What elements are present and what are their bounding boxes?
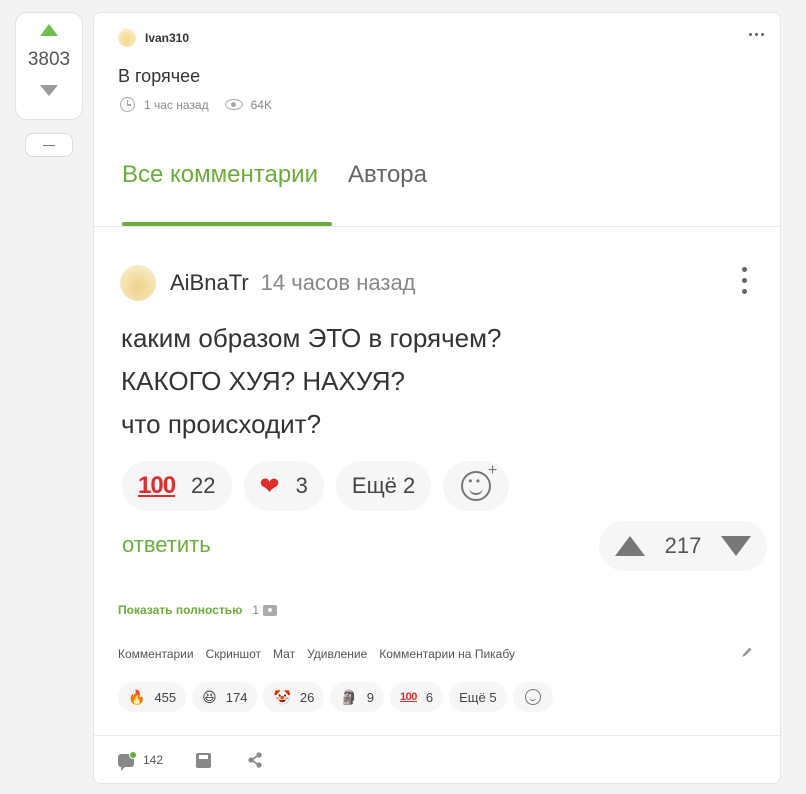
comment-downvote-icon[interactable] xyxy=(721,536,751,556)
comments-count[interactable]: 142 xyxy=(143,753,163,767)
reaction-count: 9 xyxy=(366,689,375,705)
moai-icon: 🗿 xyxy=(340,688,358,705)
reaction-count: 26 xyxy=(299,689,315,705)
comment-upvote-icon[interactable] xyxy=(615,536,645,556)
reaction-count: 174 xyxy=(225,689,248,705)
post-rating-count: 3803 xyxy=(27,49,71,70)
comment-line: КАКОГО ХУЯ? НАХУЯ? xyxy=(121,366,406,396)
upvote-arrow-icon[interactable] xyxy=(40,24,58,36)
minus-icon xyxy=(43,144,55,146)
red-heart-icon: ❤ xyxy=(259,472,280,500)
fire-icon: 🔥 xyxy=(128,688,146,705)
reaction-count: 22 xyxy=(191,473,216,498)
tag[interactable]: Скриншот xyxy=(206,647,261,661)
comment-reactions: 100 22 ❤ 3 Ещё 2 + xyxy=(122,461,510,511)
hundred-points-icon: 100 xyxy=(400,691,417,703)
post-footer: 142 xyxy=(118,750,263,771)
comment-author[interactable]: AiBnaTr xyxy=(170,270,249,296)
hundred-points-icon: 100 xyxy=(138,472,176,499)
post-views: 64K xyxy=(250,97,272,112)
clown-face-icon: 🤡 xyxy=(273,688,291,705)
collapse-post-button[interactable] xyxy=(25,133,73,157)
post-title[interactable]: В горячее xyxy=(118,66,200,87)
show-full-link[interactable]: Показать полностью xyxy=(118,603,242,617)
tag[interactable]: Мат xyxy=(273,647,295,661)
add-emoji-icon xyxy=(524,689,541,705)
comment-time: 14 часов назад xyxy=(260,270,416,295)
tag[interactable]: Комментарии на Пикабу xyxy=(379,647,515,661)
post-header: Ivan310 xyxy=(118,29,189,47)
comment-tabs: Все комментарии Автора xyxy=(122,161,457,189)
tab-all-comments[interactable]: Все комментарии xyxy=(122,161,318,189)
add-emoji-icon: + xyxy=(461,463,498,501)
reaction-moai-button[interactable]: 🗿 9 xyxy=(330,682,385,712)
image-count: 1 xyxy=(252,603,260,617)
comment-line: каким образом ЭТО в горячем? xyxy=(121,323,502,353)
divider xyxy=(94,735,780,736)
divider xyxy=(94,226,780,227)
pencil-icon[interactable] xyxy=(741,646,753,660)
comment-text: каким образом ЭТО в горячем? КАКОГО ХУЯ?… xyxy=(121,317,501,446)
reaction-hundred-button[interactable]: 100 22 xyxy=(122,461,232,511)
tag[interactable]: Комментарии xyxy=(118,647,194,661)
laughing-face-icon: 😆 xyxy=(202,688,217,705)
comment-line: что происходит? xyxy=(121,409,322,439)
reaction-count: 3 xyxy=(295,473,308,498)
comments-icon[interactable] xyxy=(118,750,137,771)
add-reaction-button[interactable] xyxy=(512,682,553,712)
more-reactions-button[interactable]: Ещё 2 xyxy=(335,461,432,511)
downvote-arrow-icon[interactable] xyxy=(40,85,58,96)
save-icon[interactable] xyxy=(196,752,212,768)
post-reactions: 🔥 455 😆 174 🤡 26 🗿 9 100 6 Ещё 5 xyxy=(118,682,553,712)
author-avatar[interactable] xyxy=(118,29,136,47)
comment-score: 217 xyxy=(664,533,702,558)
post-tags: Комментарии Скриншот Мат Удивление Комме… xyxy=(118,647,515,661)
reaction-hundred-button[interactable]: 100 6 xyxy=(390,682,444,712)
reaction-count: 6 xyxy=(425,689,434,705)
camera-icon xyxy=(263,604,278,616)
comment-header: AiBnaTr 14 часов назад xyxy=(120,265,416,301)
share-icon[interactable] xyxy=(247,752,263,768)
reaction-clown-button[interactable]: 🤡 26 xyxy=(263,682,325,712)
post-rating-widget: 3803 xyxy=(15,12,83,120)
reaction-count: 455 xyxy=(154,689,177,705)
post-time: 1 час назад xyxy=(144,97,209,112)
reaction-laugh-button[interactable]: 😆 174 xyxy=(192,682,258,712)
add-reaction-button[interactable]: + xyxy=(443,461,510,511)
post-author[interactable]: Ivan310 xyxy=(145,31,189,45)
more-options-icon[interactable] xyxy=(749,33,764,36)
show-full-row: Показать полностью 1 xyxy=(118,603,278,617)
comment-vote: 217 xyxy=(599,521,767,571)
comment-author-avatar[interactable] xyxy=(120,265,156,301)
reaction-heart-button[interactable]: ❤ 3 xyxy=(243,461,324,511)
post-meta: 1 час назад 64K xyxy=(120,97,272,112)
tag[interactable]: Удивление xyxy=(307,647,367,661)
eye-icon xyxy=(224,99,243,110)
tab-author[interactable]: Автора xyxy=(348,161,427,189)
reaction-fire-button[interactable]: 🔥 455 xyxy=(118,682,187,712)
comment-options-icon[interactable] xyxy=(742,267,747,294)
clock-icon xyxy=(120,97,135,112)
reply-link[interactable]: ответить xyxy=(122,532,211,558)
more-reactions-button[interactable]: Ещё 5 xyxy=(449,682,507,712)
post-card: Ivan310 В горячее 1 час назад 64K Все ко… xyxy=(93,12,781,784)
